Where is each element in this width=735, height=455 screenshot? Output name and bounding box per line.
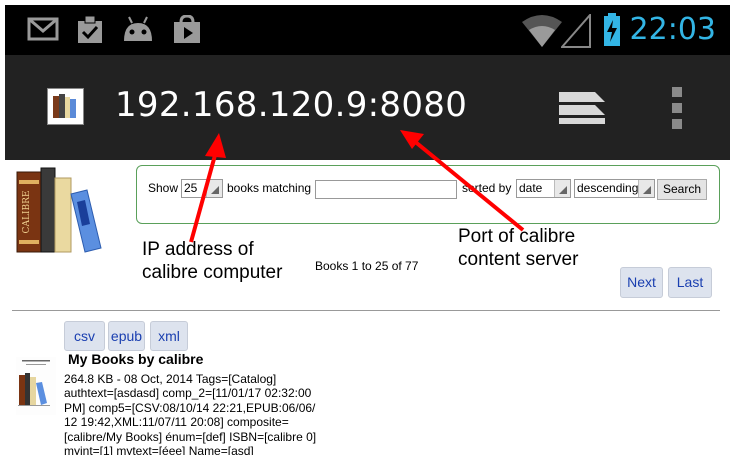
format-button-xml[interactable]: xml: [150, 321, 188, 351]
signal-icon: [559, 12, 591, 52]
next-button[interactable]: Next: [620, 267, 663, 298]
sorted-by-label: sorted by: [462, 181, 512, 195]
chevron-down-icon: [206, 180, 222, 197]
url-bar[interactable]: 192.168.120.9:8080: [115, 85, 467, 125]
ip-annotation-line2: calibre computer: [142, 262, 283, 283]
port-annotation-line2: content server: [458, 249, 579, 270]
matching-label: books matching: [227, 181, 312, 195]
divider: [12, 310, 720, 311]
show-label: Show: [148, 181, 179, 195]
book-cover-thumbnail[interactable]: [16, 357, 56, 415]
battery-charging-icon: [603, 13, 621, 51]
book-detail-line: 12 19:42,XML:11/07/11 20:08] composite=: [64, 415, 289, 430]
last-button[interactable]: Last: [668, 267, 712, 298]
book-title[interactable]: My Books by calibre: [68, 351, 203, 367]
android-icon[interactable]: [121, 15, 155, 47]
chevron-down-icon: [554, 180, 570, 197]
svg-text:CALIBRE: CALIBRE: [22, 191, 32, 234]
calibre-icon[interactable]: [47, 88, 84, 125]
show-count-value: 25: [184, 181, 198, 195]
status-bar: 22:03: [5, 5, 730, 55]
page-content: CALIBRE Show 25 books matching sorted by…: [5, 160, 730, 455]
sort-field-select[interactable]: date: [516, 179, 571, 198]
book-detail-line: [calibre/My Books] énum=[def] ISBN=[cali…: [64, 429, 317, 444]
calibre-logo: CALIBRE: [15, 166, 110, 258]
sort-field-value: date: [519, 181, 543, 195]
books-range-text: Books 1 to 25 of 77: [315, 259, 419, 273]
search-button[interactable]: Search: [657, 179, 707, 200]
ip-annotation-line1: IP address of: [142, 239, 254, 260]
book-detail-line: 264.8 KB - 08 Oct, 2014 Tags=[Catalog]: [64, 372, 277, 386]
format-button-epub[interactable]: epub: [108, 321, 145, 351]
chevron-down-icon: [638, 180, 654, 197]
book-detail-line: myint=[1] mytext=[éee] Name=[asd]: [64, 444, 254, 455]
format-button-csv[interactable]: csv: [64, 321, 105, 351]
book-detail-line: authtext=[asdasd] comp_2=[11/01/17 02:32…: [64, 386, 312, 401]
port-annotation: Port of calibre content server: [458, 225, 578, 271]
ip-annotation: IP address of calibre computer: [142, 238, 282, 284]
show-count-select[interactable]: 25: [181, 179, 223, 198]
overflow-menu-icon[interactable]: [671, 87, 683, 133]
sort-order-value: descending: [577, 181, 639, 195]
book-detail-line: PM] comp5=[CSV:08/10/14 22:21,EPUB:06/06…: [64, 400, 316, 415]
tabs-icon[interactable]: [557, 90, 607, 130]
search-input[interactable]: [315, 180, 457, 199]
book-details: 264.8 KB - 08 Oct, 2014 Tags=[Catalog] a…: [64, 372, 324, 455]
search-panel: Show 25 books matching sorted by date de…: [136, 165, 720, 224]
app-bar: 192.168.120.9:8080: [5, 55, 730, 160]
gmail-icon[interactable]: [27, 15, 59, 47]
wifi-icon: [521, 14, 563, 52]
status-time: 22:03: [629, 12, 716, 47]
play-store-icon[interactable]: [171, 14, 203, 49]
clipboard-check-icon[interactable]: [75, 15, 107, 49]
sort-order-select[interactable]: descending: [574, 179, 655, 198]
port-annotation-line1: Port of calibre: [458, 226, 576, 247]
